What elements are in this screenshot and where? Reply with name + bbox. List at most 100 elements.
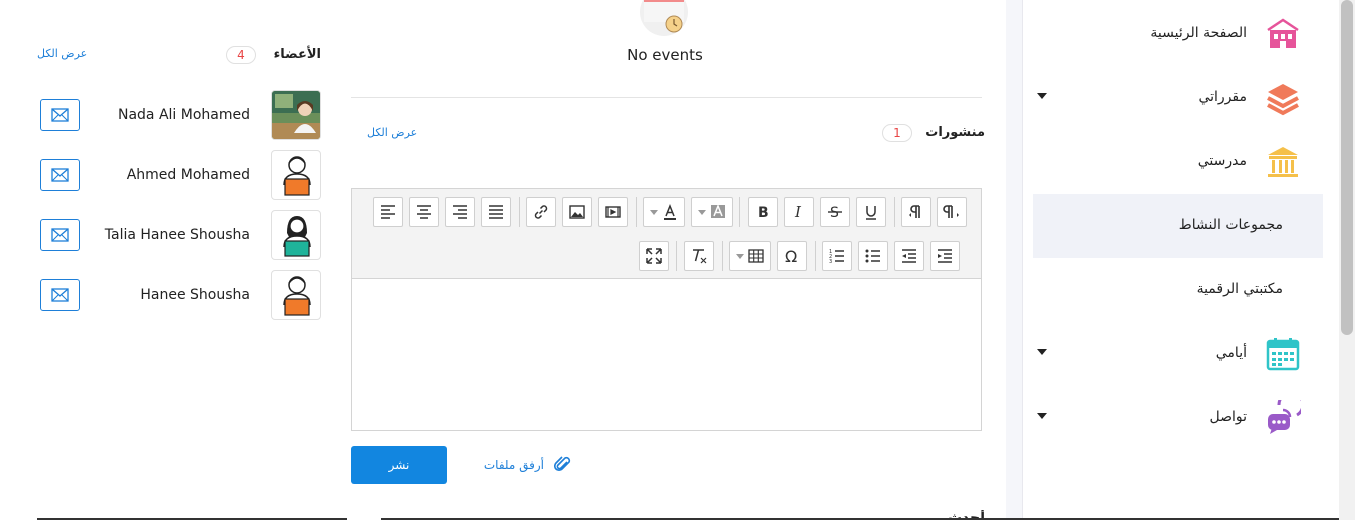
sidebar-item-label: مجموعات النشاط bbox=[1178, 217, 1283, 233]
special-char-button[interactable]: Ω bbox=[777, 241, 807, 271]
message-button[interactable] bbox=[40, 279, 80, 311]
members-title: الأعضاء bbox=[273, 47, 321, 62]
editor-toolbar: B I S Ω 1 2 3 bbox=[352, 189, 981, 279]
members-view-all-link[interactable]: عرض الكل bbox=[37, 47, 87, 60]
chevron-down-icon[interactable] bbox=[1037, 413, 1047, 419]
member-name[interactable]: Ahmed Mohamed bbox=[90, 167, 250, 183]
strikethrough-button[interactable]: S bbox=[820, 197, 850, 227]
calendar-icon bbox=[1266, 338, 1300, 371]
message-button[interactable] bbox=[40, 219, 80, 251]
chat-bubbles-icon bbox=[1268, 400, 1301, 434]
sidebar-item-activity-groups[interactable]: مجموعات النشاط bbox=[1033, 194, 1323, 258]
svg-text:3: 3 bbox=[829, 259, 832, 265]
editor-content-area[interactable] bbox=[352, 280, 981, 430]
clear-format-button[interactable] bbox=[684, 241, 714, 271]
message-button[interactable] bbox=[40, 99, 80, 131]
sidebar-item-label: مدرستي bbox=[1197, 153, 1247, 169]
male-student-icon[interactable] bbox=[271, 270, 321, 320]
sidebar-item-label: تواصل bbox=[1209, 409, 1247, 425]
sidebar-item-home[interactable]: الصفحة الرئيسية bbox=[1033, 2, 1323, 66]
posts-count-badge: 1 bbox=[882, 124, 912, 142]
video-button[interactable] bbox=[598, 197, 628, 227]
fullscreen-button[interactable] bbox=[639, 241, 669, 271]
app-root: الأعضاء 4 عرض الكل Nada Ali Mohamed Ahme… bbox=[0, 0, 1355, 520]
books-stack-icon bbox=[1267, 84, 1299, 116]
paragraph-ltr-button[interactable] bbox=[901, 197, 931, 227]
paragraph-rtl-button[interactable] bbox=[937, 197, 967, 227]
align-justify-button[interactable] bbox=[481, 197, 511, 227]
font-color-icon bbox=[664, 203, 676, 220]
align-right-button[interactable] bbox=[445, 197, 475, 227]
background-color-button[interactable] bbox=[691, 197, 733, 227]
male-student-icon[interactable] bbox=[271, 150, 321, 200]
link-button[interactable] bbox=[526, 197, 556, 227]
indent-button[interactable] bbox=[930, 241, 960, 271]
toolbar-separator bbox=[894, 197, 895, 227]
message-button[interactable] bbox=[40, 159, 80, 191]
svg-text:I: I bbox=[794, 203, 802, 221]
envelope-icon bbox=[51, 168, 69, 182]
dropdown-arrow-icon bbox=[698, 210, 706, 215]
align-center-button[interactable] bbox=[409, 197, 439, 227]
align-left-button[interactable] bbox=[373, 197, 403, 227]
toolbar-separator bbox=[739, 197, 740, 227]
link-icon bbox=[534, 205, 548, 219]
chevron-down-icon[interactable] bbox=[1037, 93, 1047, 99]
table-icon bbox=[748, 249, 764, 263]
outdent-button[interactable] bbox=[894, 241, 924, 271]
italic-button[interactable]: I bbox=[784, 197, 814, 227]
bullet-list-icon bbox=[865, 249, 880, 263]
clear-format-icon bbox=[693, 249, 707, 264]
paragraph-rtl-icon bbox=[943, 205, 959, 218]
unordered-list-button[interactable] bbox=[858, 241, 888, 271]
ordered-list-button[interactable]: 123 bbox=[822, 241, 852, 271]
sidebar-item-communication[interactable]: تواصل bbox=[1033, 386, 1323, 450]
section-divider bbox=[351, 97, 982, 98]
school-building-icon bbox=[1267, 18, 1299, 48]
image-icon bbox=[569, 205, 585, 219]
member-avatar-photo[interactable] bbox=[271, 90, 321, 140]
members-count-badge: 4 bbox=[226, 46, 256, 64]
align-right-icon bbox=[453, 205, 467, 219]
highlight-icon bbox=[711, 203, 725, 218]
omega-icon: Ω bbox=[785, 247, 797, 265]
attach-files-link[interactable]: أرفق ملفات bbox=[484, 456, 572, 474]
sidebar-item-digital-library[interactable]: مكتبتي الرقمية bbox=[1033, 258, 1323, 322]
toolbar-separator bbox=[676, 241, 677, 271]
envelope-icon bbox=[51, 108, 69, 122]
publish-button[interactable]: نشر bbox=[351, 446, 447, 484]
attach-files-label: أرفق ملفات bbox=[483, 458, 544, 472]
sidebar-item-label: مكتبتي الرقمية bbox=[1196, 281, 1283, 297]
female-student-icon[interactable] bbox=[271, 210, 321, 260]
indent-icon bbox=[938, 249, 952, 263]
table-button[interactable] bbox=[729, 241, 771, 271]
align-justify-icon bbox=[489, 205, 503, 219]
expand-icon bbox=[646, 248, 662, 264]
content-divider bbox=[1006, 0, 1022, 520]
envelope-icon bbox=[51, 228, 69, 242]
post-editor: B I S Ω 1 2 3 bbox=[351, 188, 982, 431]
toolbar-separator bbox=[519, 197, 520, 227]
font-color-button[interactable] bbox=[643, 197, 685, 227]
no-events-text: No events bbox=[627, 46, 703, 64]
underline-button[interactable] bbox=[856, 197, 886, 227]
dropdown-arrow-icon bbox=[736, 254, 744, 259]
paragraph-ltr-icon bbox=[909, 205, 920, 218]
dropdown-arrow-icon bbox=[650, 210, 658, 215]
sidebar-item-my-days[interactable]: أيامي bbox=[1033, 322, 1323, 386]
toolbar-separator bbox=[815, 241, 816, 271]
member-name[interactable]: Hanee Shousha bbox=[90, 287, 250, 303]
svg-text:Ω: Ω bbox=[785, 247, 797, 265]
toolbar-separator bbox=[636, 197, 637, 227]
image-button[interactable] bbox=[562, 197, 592, 227]
member-name[interactable]: Talia Hanee Shousha bbox=[90, 227, 250, 243]
chevron-down-icon[interactable] bbox=[1037, 349, 1047, 355]
bold-button[interactable]: B bbox=[748, 197, 778, 227]
sidebar-item-my-school[interactable]: مدرستي bbox=[1033, 130, 1323, 194]
sidebar-item-courses[interactable]: مقرراتي bbox=[1033, 66, 1323, 130]
member-name[interactable]: Nada Ali Mohamed bbox=[90, 107, 250, 123]
posts-view-all-link[interactable]: عرض الكل bbox=[367, 126, 417, 139]
sidebar-item-label: مقرراتي bbox=[1198, 89, 1247, 105]
italic-icon: I bbox=[794, 203, 802, 221]
scrollbar-thumb[interactable] bbox=[1341, 0, 1353, 335]
